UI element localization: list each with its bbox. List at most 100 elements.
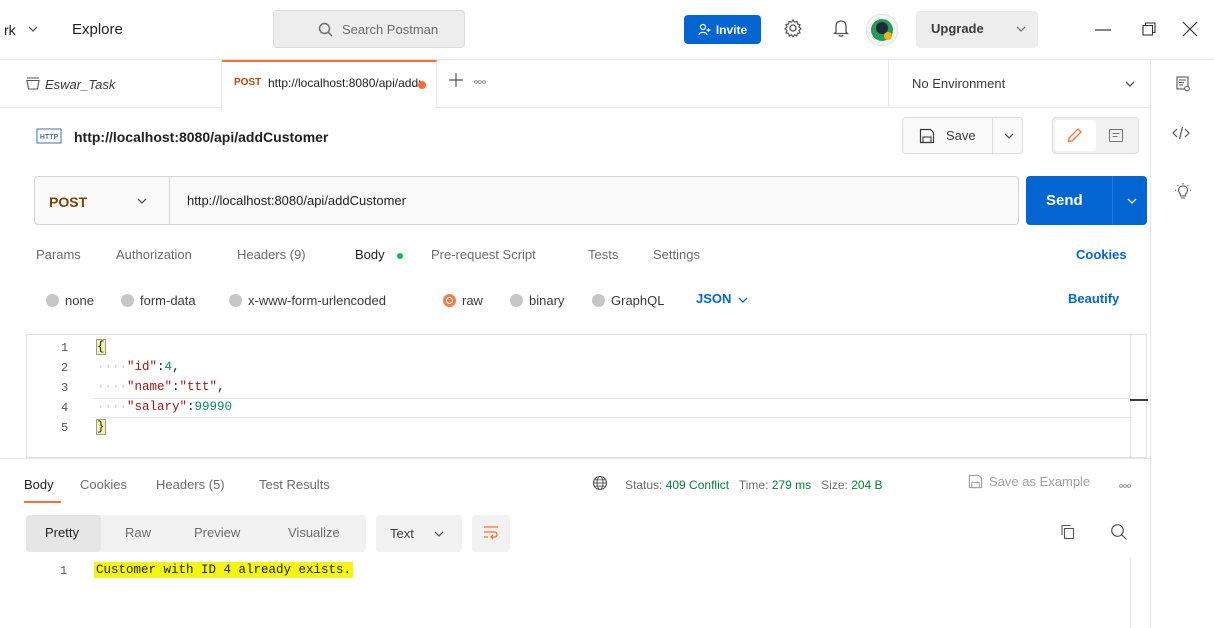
upgrade-label: Upgrade xyxy=(931,21,984,36)
tab-settings[interactable]: Settings xyxy=(653,247,700,262)
size-label: Size: xyxy=(821,478,848,492)
tab-tests[interactable]: Tests xyxy=(588,247,618,262)
code-line: ····"id":4, xyxy=(97,360,180,374)
environment-select[interactable]: No Environment xyxy=(888,60,1150,108)
request-url-bar: POST http://localhost:8080/api/addCustom… xyxy=(34,176,1019,225)
upgrade-button[interactable]: Upgrade xyxy=(916,11,1038,48)
radio-none[interactable]: none xyxy=(46,293,94,308)
chevron-down-icon[interactable] xyxy=(1004,133,1014,140)
radio-dot xyxy=(121,294,134,307)
radio-urlencoded[interactable]: x-www-form-urlencoded xyxy=(229,293,386,308)
response-meta: Status: 409 Conflict Time: 279 ms Size: … xyxy=(625,478,883,492)
radio-label: GraphQL xyxy=(611,293,665,308)
format-raw[interactable]: Raw xyxy=(125,525,151,540)
explore-link[interactable]: Explore xyxy=(72,21,123,38)
search-input[interactable]: Search Postman xyxy=(273,10,465,48)
beautify-link[interactable]: Beautify xyxy=(1068,291,1119,306)
edit-button[interactable] xyxy=(1055,120,1096,151)
lightbulb-icon[interactable] xyxy=(1175,183,1191,201)
code-line: } xyxy=(96,419,106,435)
invite-label: Invite xyxy=(715,22,748,37)
current-line-highlight xyxy=(93,398,1130,418)
url-input[interactable]: http://localhost:8080/api/addCustomer xyxy=(187,193,406,208)
radio-graphql[interactable]: GraphQL xyxy=(592,293,664,308)
tab-params[interactable]: Params xyxy=(36,247,81,262)
invite-button[interactable]: Invite xyxy=(684,15,761,44)
response-tab-headers[interactable]: Headers (5) xyxy=(156,477,225,492)
response-tab-test-results[interactable]: Test Results xyxy=(259,477,330,492)
chevron-down-icon[interactable] xyxy=(28,26,38,33)
line-number: 3 xyxy=(61,381,69,395)
gear-icon[interactable] xyxy=(783,18,803,38)
chevron-down-icon[interactable] xyxy=(137,198,147,205)
tab-body[interactable]: Body xyxy=(355,247,385,262)
format-preview[interactable]: Preview xyxy=(194,525,240,540)
avatar[interactable] xyxy=(866,14,898,46)
restore-window-icon[interactable] xyxy=(1142,22,1156,36)
code-line: ····"name":"ttt", xyxy=(97,380,225,394)
right-sidebar xyxy=(1150,60,1214,628)
chevron-down-icon[interactable] xyxy=(738,297,748,304)
collection-icon xyxy=(26,77,40,90)
chevron-down-icon[interactable] xyxy=(1127,198,1137,205)
bell-icon[interactable] xyxy=(833,18,849,38)
language-select[interactable]: JSON xyxy=(696,291,731,306)
size-value[interactable]: 204 B xyxy=(851,478,882,492)
radio-label: binary xyxy=(529,293,565,308)
line-number: 1 xyxy=(60,564,68,578)
close-icon[interactable] xyxy=(1182,21,1198,37)
workspace-name[interactable]: rk xyxy=(4,22,16,38)
tab-request-method: POST xyxy=(234,77,262,88)
more-tabs-icon[interactable] xyxy=(474,80,486,84)
chevron-down-icon xyxy=(1016,26,1026,33)
method-select[interactable]: POST xyxy=(49,194,87,210)
tab-prerequest-script[interactable]: Pre-request Script xyxy=(431,247,536,262)
response-tab-cookies[interactable]: Cookies xyxy=(80,477,127,492)
response-tab-body[interactable]: Body xyxy=(24,477,54,492)
save-button[interactable]: Save xyxy=(902,117,1023,154)
tab-authorization[interactable]: Authorization xyxy=(116,247,192,262)
comment-icon[interactable] xyxy=(1108,128,1124,144)
editor-scrollbar[interactable] xyxy=(1130,335,1131,457)
tab-request-label: http://localhost:8080/api/addCustomer xyxy=(268,76,420,90)
code-indent: ···· xyxy=(97,380,128,394)
send-button[interactable]: Send xyxy=(1026,176,1147,225)
minimize-icon[interactable] xyxy=(1095,29,1111,31)
more-options-icon[interactable] xyxy=(1119,484,1131,488)
time-value[interactable]: 279 ms xyxy=(772,478,811,492)
radio-form-data[interactable]: form-data xyxy=(121,293,196,308)
globe-icon[interactable] xyxy=(592,475,608,491)
response-type-select[interactable]: Text xyxy=(376,515,462,552)
save-icon xyxy=(968,474,983,489)
request-body-editor[interactable]: 1 2 3 4 5 { ····"id":4, ····"name":"ttt"… xyxy=(26,334,1148,458)
radio-raw[interactable]: raw xyxy=(443,293,483,308)
tab-headers[interactable]: Headers (9) xyxy=(237,247,306,262)
status-badge[interactable]: 409 Conflict xyxy=(666,478,729,492)
radio-binary[interactable]: binary xyxy=(510,293,564,308)
code-icon[interactable] xyxy=(1172,126,1190,140)
response-scrollbar[interactable] xyxy=(1130,558,1131,628)
new-tab-icon[interactable] xyxy=(449,73,463,87)
copy-icon[interactable] xyxy=(1060,524,1076,540)
tab-collection[interactable]: Eswar_Task xyxy=(0,60,222,108)
radio-dot xyxy=(229,294,242,307)
tab-request[interactable]: POST http://localhost:8080/api/addCustom… xyxy=(222,60,437,108)
format-visualize[interactable]: Visualize xyxy=(288,525,340,540)
request-title[interactable]: http://localhost:8080/api/addCustomer xyxy=(74,129,328,145)
http-icon: HTTP xyxy=(36,128,62,144)
search-icon[interactable] xyxy=(1110,523,1128,541)
save-as-example-label: Save as Example xyxy=(989,474,1091,489)
cookies-link[interactable]: Cookies xyxy=(1076,247,1127,262)
save-as-example-button[interactable]: Save as Example xyxy=(968,474,1090,489)
editor-scroll-marker xyxy=(1130,399,1148,401)
wrap-lines-button[interactable] xyxy=(472,515,510,552)
line-number: 4 xyxy=(61,401,69,415)
time-label: Time: xyxy=(738,478,769,492)
code-brace: { xyxy=(96,339,106,355)
code-punct: : xyxy=(187,400,195,414)
code-brace: } xyxy=(96,419,106,435)
environment-quick-look-icon[interactable] xyxy=(1176,76,1190,92)
divider xyxy=(1112,176,1113,225)
body-modified-dot xyxy=(397,253,403,259)
format-pretty[interactable]: Pretty xyxy=(45,525,79,540)
